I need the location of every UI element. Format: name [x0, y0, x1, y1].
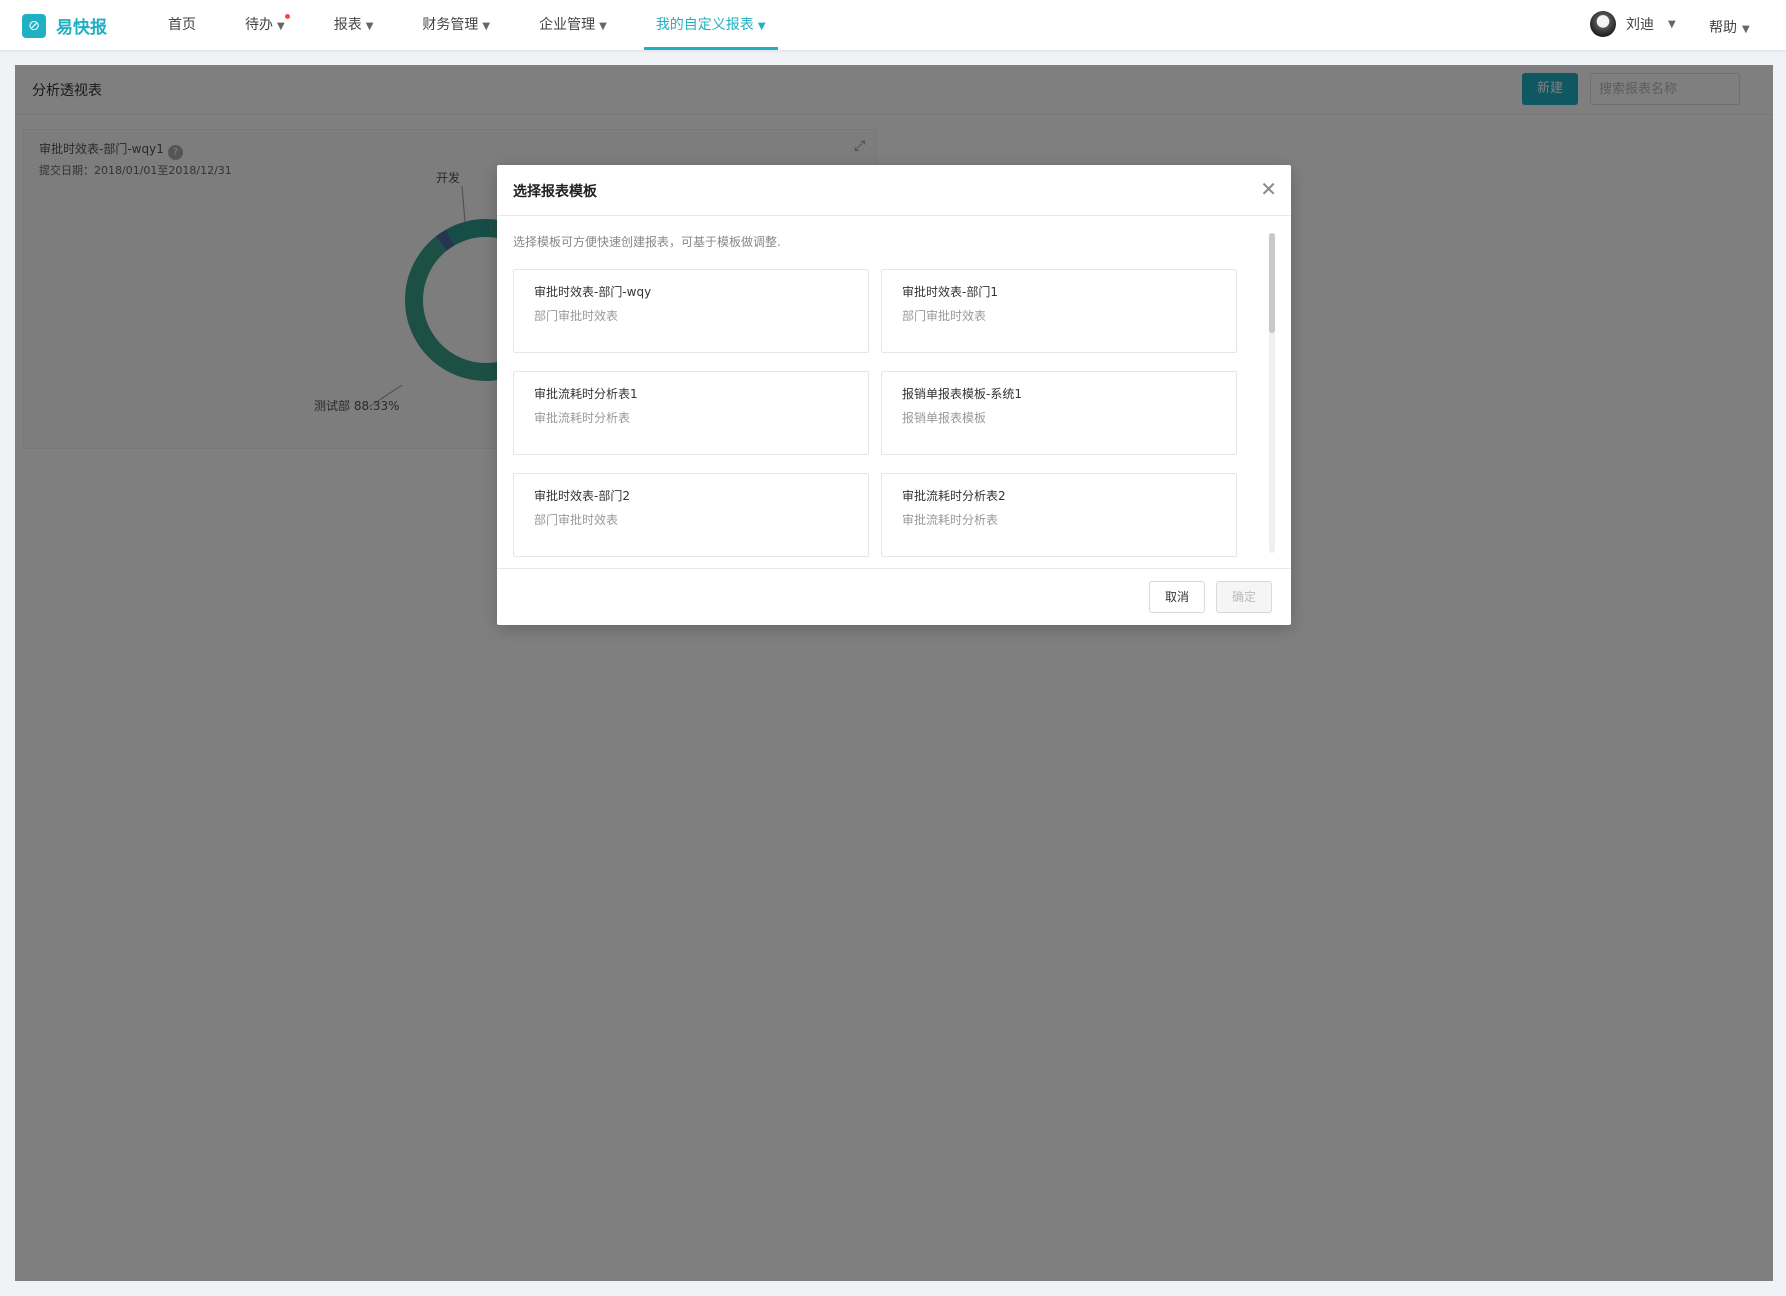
dialog-header: 选择报表模板 ✕ — [497, 165, 1291, 216]
caret-down-icon: ▼ — [277, 21, 285, 32]
template-description: 审批流耗时分析表 — [902, 513, 999, 527]
nav-item-4[interactable]: 企业管理 ▼ — [527, 0, 619, 50]
user-name: 刘迪 — [1626, 17, 1654, 33]
caret-down-icon: ▼ — [599, 21, 607, 32]
template-card[interactable]: 审批流耗时分析表1 审批流耗时分析表 — [513, 371, 869, 455]
nav-item-1[interactable]: 待办 ▼ — [233, 0, 297, 50]
user-menu[interactable]: 刘迪 ▼ — [1590, 11, 1676, 37]
nav-item-5[interactable]: 我的自定义报表 ▼ — [643, 0, 778, 50]
template-name: 审批时效表-部门-wqy — [534, 285, 652, 299]
template-name: 审批时效表-部门2 — [534, 489, 630, 503]
dialog-title: 选择报表模板 — [513, 184, 597, 200]
template-description: 报销单报表模板 — [902, 411, 987, 425]
dialog-hint: 选择模板可方便快速创建报表，可基于模板做调整. — [513, 235, 781, 249]
caret-down-icon: ▼ — [1742, 24, 1750, 35]
select-template-dialog: 选择报表模板 ✕ 选择模板可方便快速创建报表，可基于模板做调整. 审批时效表-部… — [497, 165, 1291, 625]
template-name: 审批流耗时分析表1 — [534, 387, 638, 401]
template-description: 部门审批时效表 — [902, 309, 987, 323]
dialog-body: 选择模板可方便快速创建报表，可基于模板做调整. 审批时效表-部门-wqy 部门审批… — [497, 217, 1291, 567]
avatar — [1590, 11, 1616, 37]
template-card[interactable]: 审批时效表-部门-wqy 部门审批时效表 — [513, 269, 869, 353]
template-card[interactable]: 审批时效表-部门2 部门审批时效表 — [513, 473, 869, 557]
help-label: 帮助 — [1709, 20, 1737, 36]
notification-dot — [285, 14, 290, 19]
template-name: 审批时效表-部门1 — [902, 285, 998, 299]
confirm-button[interactable]: 确定 — [1216, 581, 1272, 613]
caret-down-icon: ▼ — [365, 21, 374, 32]
caret-down-icon: ▼ — [757, 21, 766, 32]
scrollbar[interactable] — [1269, 233, 1275, 553]
template-description: 部门审批时效表 — [534, 309, 619, 323]
template-name: 审批流耗时分析表2 — [902, 489, 1006, 503]
cancel-button[interactable]: 取消 — [1149, 581, 1205, 613]
main-nav: 首页 待办 ▼ 报表 ▼ 财务管理 ▼ 企业管理 ▼ 我的自定义报表 ▼ — [156, 0, 803, 50]
template-description: 审批流耗时分析表 — [534, 411, 631, 425]
close-icon[interactable]: ✕ — [1260, 177, 1277, 201]
top-navigation-bar: ⊘ 易快报 首页 待办 ▼ 报表 ▼ 财务管理 ▼ 企业管理 ▼ 我的自定义报表 ▼ 刘迪 ▼ 帮助… — [0, 0, 1786, 50]
template-card[interactable]: 审批流耗时分析表2 审批流耗时分析表 — [881, 473, 1237, 557]
nav-item-label: 首页 — [168, 17, 196, 33]
nav-item-label: 待办 — [245, 17, 273, 33]
template-description: 部门审批时效表 — [534, 513, 619, 527]
nav-item-0[interactable]: 首页 — [156, 0, 208, 50]
nav-item-label: 报表 — [333, 17, 362, 33]
template-card[interactable]: 报销单报表模板-系统1 报销单报表模板 — [881, 371, 1237, 455]
app-name: 易快报 — [56, 18, 107, 38]
nav-item-label: 企业管理 — [539, 17, 596, 33]
nav-item-label: 我的自定义报表 — [655, 17, 754, 33]
swirl-logo-icon: ⊘ — [22, 13, 46, 38]
scrollbar-thumb[interactable] — [1269, 233, 1275, 333]
template-card[interactable]: 审批时效表-部门1 部门审批时效表 — [881, 269, 1237, 353]
nav-item-label: 财务管理 — [422, 17, 479, 33]
dialog-footer: 取消 确定 — [497, 568, 1291, 625]
template-name: 报销单报表模板-系统1 — [902, 387, 1022, 401]
app-logo[interactable]: ⊘ 易快报 — [22, 13, 107, 38]
nav-item-2[interactable]: 报表 ▼ — [322, 0, 386, 50]
help-menu[interactable]: 帮助 ▼ — [1709, 17, 1750, 37]
caret-down-icon: ▼ — [1668, 18, 1676, 30]
nav-item-3[interactable]: 财务管理 ▼ — [410, 0, 502, 50]
caret-down-icon: ▼ — [482, 21, 491, 32]
